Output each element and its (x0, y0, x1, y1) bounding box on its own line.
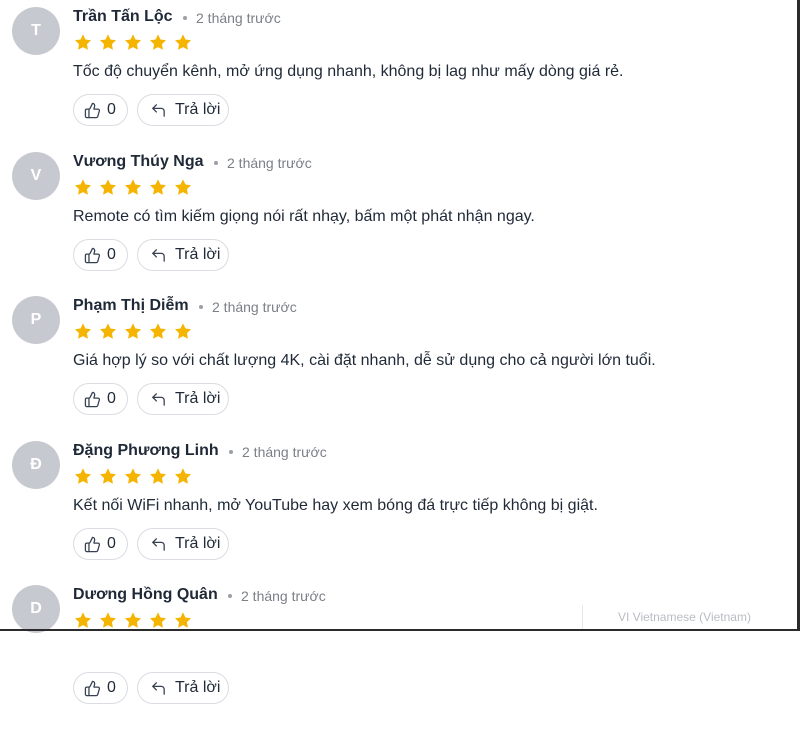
separator-dot-icon (228, 594, 232, 598)
star-icon (150, 179, 166, 195)
star-rating (73, 33, 193, 52)
review-time: 2 tháng trước (227, 155, 312, 171)
review-list: T Trần Tấn Lộc 2 tháng trước Tốc độ chuy… (0, 0, 797, 704)
star-icon (175, 468, 191, 484)
reviewer-name: Vương Thúy Nga (73, 153, 204, 170)
reviewer-name: Trần Tấn Lộc (73, 8, 173, 25)
star-icon (175, 612, 191, 628)
star-icon (175, 179, 191, 195)
star-icon (75, 179, 91, 195)
review-item: P Phạm Thị Diễm 2 tháng trước Giá hợp lý… (0, 296, 797, 441)
review-meta: 2 tháng trước (228, 588, 326, 604)
star-rating (73, 611, 193, 630)
reply-button[interactable]: Trả lời (137, 528, 229, 560)
star-icon (150, 34, 166, 50)
reply-button[interactable]: Trả lời (137, 94, 229, 126)
star-icon (100, 612, 116, 628)
review-time: 2 tháng trước (242, 444, 327, 460)
review-meta: 2 tháng trước (214, 155, 312, 171)
avatar: D (12, 585, 60, 633)
review-text: Tốc độ chuyển kênh, mở ứng dụng nhanh, k… (73, 63, 624, 80)
reply-arrow-icon (152, 392, 165, 406)
review-meta: 2 tháng trước (183, 10, 281, 26)
separator-dot-icon (214, 161, 218, 165)
reply-arrow-icon (152, 248, 165, 262)
review-text: Kết nối WiFi nhanh, mở YouTube hay xem b… (73, 497, 598, 514)
thumbs-up-icon (84, 391, 101, 407)
review-time: 2 tháng trước (212, 299, 297, 315)
star-icon (100, 34, 116, 50)
language-label: VI Vietnamese (Vietnam) (618, 610, 751, 624)
star-rating (73, 467, 193, 486)
star-rating (73, 178, 193, 197)
avatar: Đ (12, 441, 60, 489)
avatar: T (12, 7, 60, 55)
separator-dot-icon (199, 305, 203, 309)
reply-button[interactable]: Trả lời (137, 383, 229, 415)
like-button[interactable]: 0 (73, 383, 128, 415)
star-icon (100, 468, 116, 484)
reviewer-name: Phạm Thị Diễm (73, 297, 189, 314)
avatar: P (12, 296, 60, 344)
star-rating (73, 322, 193, 341)
star-icon (100, 179, 116, 195)
thumbs-up-icon (84, 536, 101, 552)
like-button[interactable]: 0 (73, 239, 128, 271)
like-count: 0 (107, 535, 116, 552)
like-count: 0 (107, 390, 116, 407)
review-meta: 2 tháng trước (229, 444, 327, 460)
like-count: 0 (107, 246, 116, 263)
review-time: 2 tháng trước (241, 588, 326, 604)
star-icon (175, 323, 191, 339)
reply-arrow-icon (152, 681, 165, 695)
star-icon (150, 468, 166, 484)
star-icon (125, 323, 141, 339)
reply-arrow-icon (152, 103, 165, 117)
separator-dot-icon (229, 450, 233, 454)
thumbs-up-icon (84, 680, 101, 696)
star-icon (100, 323, 116, 339)
reply-label: Trả lời (175, 246, 221, 263)
like-button[interactable]: 0 (73, 528, 128, 560)
like-count: 0 (107, 679, 116, 696)
reply-label: Trả lời (175, 679, 221, 696)
star-icon (125, 179, 141, 195)
review-item: V Vương Thúy Nga 2 tháng trước Remote có… (0, 152, 797, 297)
star-icon (150, 323, 166, 339)
reply-button[interactable]: Trả lời (137, 239, 229, 271)
star-icon (150, 612, 166, 628)
reply-label: Trả lời (175, 535, 221, 552)
separator-dot-icon (183, 16, 187, 20)
review-time: 2 tháng trước (196, 10, 281, 26)
reply-button[interactable]: Trả lời (137, 672, 229, 704)
reviewer-name: Đặng Phương Linh (73, 442, 219, 459)
star-icon (175, 34, 191, 50)
star-icon (75, 34, 91, 50)
like-button[interactable]: 0 (73, 672, 128, 704)
reviewer-name: Dương Hồng Quân (73, 586, 218, 603)
reply-arrow-icon (152, 537, 165, 551)
reply-label: Trả lời (175, 390, 221, 407)
like-count: 0 (107, 101, 116, 118)
star-icon (125, 612, 141, 628)
review-text: Giá hợp lý so với chất lượng 4K, cài đặt… (73, 352, 656, 369)
review-meta: 2 tháng trước (199, 299, 297, 315)
star-icon (75, 612, 91, 628)
star-icon (125, 468, 141, 484)
review-text: Remote có tìm kiếm giọng nói rất nhạy, b… (73, 208, 535, 225)
like-button[interactable]: 0 (73, 94, 128, 126)
star-icon (125, 34, 141, 50)
star-icon (75, 468, 91, 484)
reply-label: Trả lời (175, 101, 221, 118)
star-icon (75, 323, 91, 339)
thumbs-up-icon (84, 247, 101, 263)
review-item: Đ Đặng Phương Linh 2 tháng trước Kết nối… (0, 441, 797, 586)
language-indicator: VI Vietnamese (Vietnam) (582, 605, 798, 629)
review-item: T Trần Tấn Lộc 2 tháng trước Tốc độ chuy… (0, 7, 797, 152)
thumbs-up-icon (84, 102, 101, 118)
avatar: V (12, 152, 60, 200)
